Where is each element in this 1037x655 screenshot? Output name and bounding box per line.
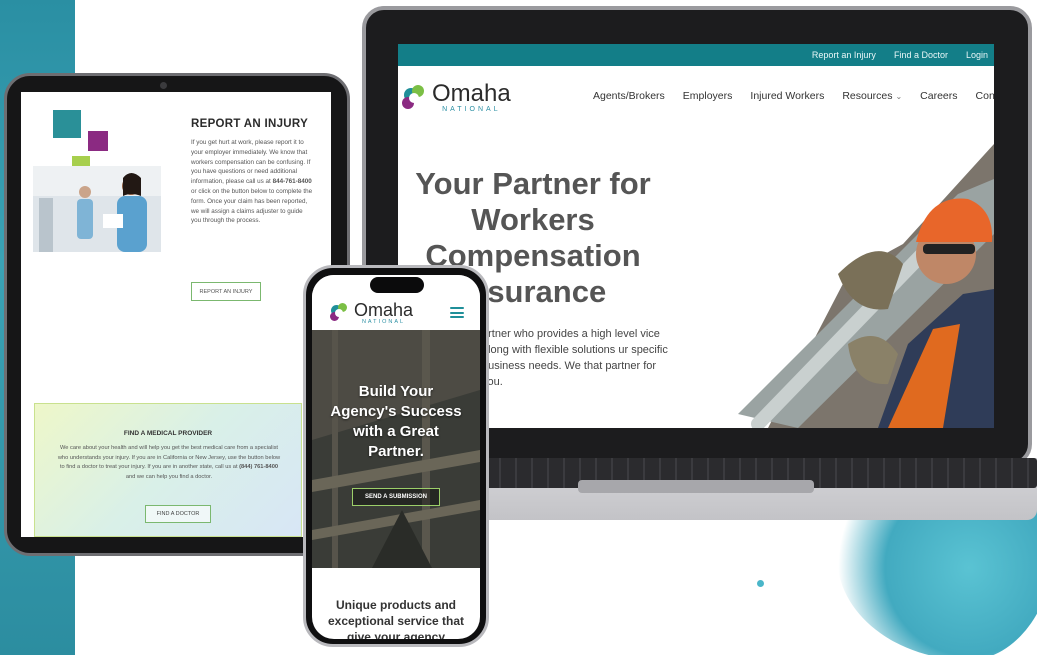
topbar-link-find-doctor[interactable]: Find a Doctor [894,50,948,60]
phone-notch [370,277,424,293]
hamburger-menu-icon[interactable] [450,307,464,318]
phone-logo[interactable]: Omaha NATIONAL [330,301,413,326]
find-doctor-button[interactable]: FIND A DOCTOR [145,505,211,523]
nav-agents-brokers[interactable]: Agents/Brokers [593,90,665,102]
find-medical-provider-card: FIND A MEDICAL PROVIDER We care about yo… [34,403,302,537]
omaha-national-logo[interactable]: Omaha NATIONAL [402,82,511,113]
report-injury-text: If you get hurt at work, please report i… [191,139,313,225]
phone-number[interactable]: 844-761-8400 [273,178,312,185]
decorative-square [88,131,108,151]
nav-injured-workers[interactable]: Injured Workers [750,90,824,102]
nav-resources[interactable]: Resources ⌄ [842,90,902,102]
card-phone-number[interactable]: (844) 761-8400 [239,464,278,470]
phone-hero: Build Your Agency's Success with a Great… [312,330,480,568]
medical-staff-photo [33,166,161,252]
chevron-down-icon: ⌄ [895,92,903,101]
nav-employers[interactable]: Employers [683,90,733,102]
logo-icon [402,84,428,111]
topbar-link-login[interactable]: Login [966,50,988,60]
nav-contact[interactable]: Conta [976,90,994,102]
logo-wordmark: Omaha [354,300,414,320]
card-text: We care about your health and will help … [57,445,281,480]
hero-description: artner who provides a high level vice al… [482,328,668,388]
nav-careers[interactable]: Careers [920,90,957,102]
topbar-link-report-injury[interactable]: Report an Injury [812,50,876,60]
worker-hero-image [728,124,994,428]
background-dot [757,580,764,587]
tablet-website: REPORT AN INJURY If you get hurt at work… [21,92,331,537]
decorative-square [53,110,81,138]
logo-subtext: NATIONAL [361,319,406,325]
phone-hero-title: Build Your Agency's Success with a Great… [330,383,462,460]
report-injury-heading: REPORT AN INJURY [191,118,309,130]
send-submission-button[interactable]: SEND A SUBMISSION [352,488,440,506]
laptop-trackpad [578,480,814,493]
phone-tagline: Unique products and exceptional service … [327,598,465,639]
utility-bar: Report an Injury Find a Doctor Login [398,44,994,66]
tablet-camera [160,82,167,89]
phone-website: Omaha NATIONAL Build Your Agency's Succe… [312,275,480,639]
report-injury-button[interactable]: REPORT AN INJURY [191,282,261,301]
logo-icon [330,303,350,323]
main-navigation: Omaha NATIONAL Agents/Brokers Employers … [398,66,994,126]
logo-subtext: NATIONAL [442,106,501,113]
card-title: FIND A MEDICAL PROVIDER [123,430,213,437]
logo-wordmark: Omaha [432,80,511,107]
